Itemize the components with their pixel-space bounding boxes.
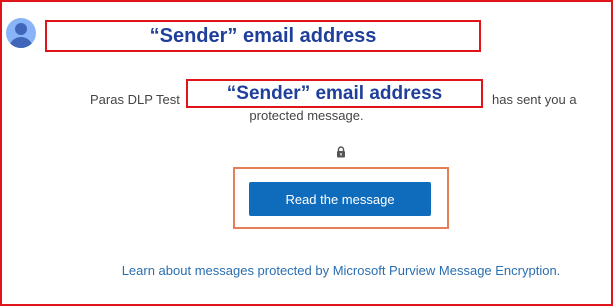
sender-inline-annotation-label: “Sender” email address	[226, 82, 443, 104]
sender-inline-annotation-callout: “Sender” email address	[186, 79, 483, 108]
sender-annotation-label: “Sender” email address	[149, 24, 377, 47]
lock-icon	[337, 146, 345, 158]
learn-more-link[interactable]: Learn about messages protected by Micros…	[100, 262, 582, 279]
sender-avatar-icon	[6, 18, 36, 48]
sender-suffix-text: has sent you a	[492, 92, 577, 107]
protected-message-text: protected message.	[249, 108, 364, 123]
read-message-button[interactable]: Read the message	[249, 182, 431, 216]
avatar-shoulders	[9, 37, 33, 48]
avatar-head	[15, 23, 27, 35]
sender-name-text: Paras DLP Test	[90, 92, 180, 107]
sender-annotation-callout: “Sender” email address	[45, 20, 481, 52]
